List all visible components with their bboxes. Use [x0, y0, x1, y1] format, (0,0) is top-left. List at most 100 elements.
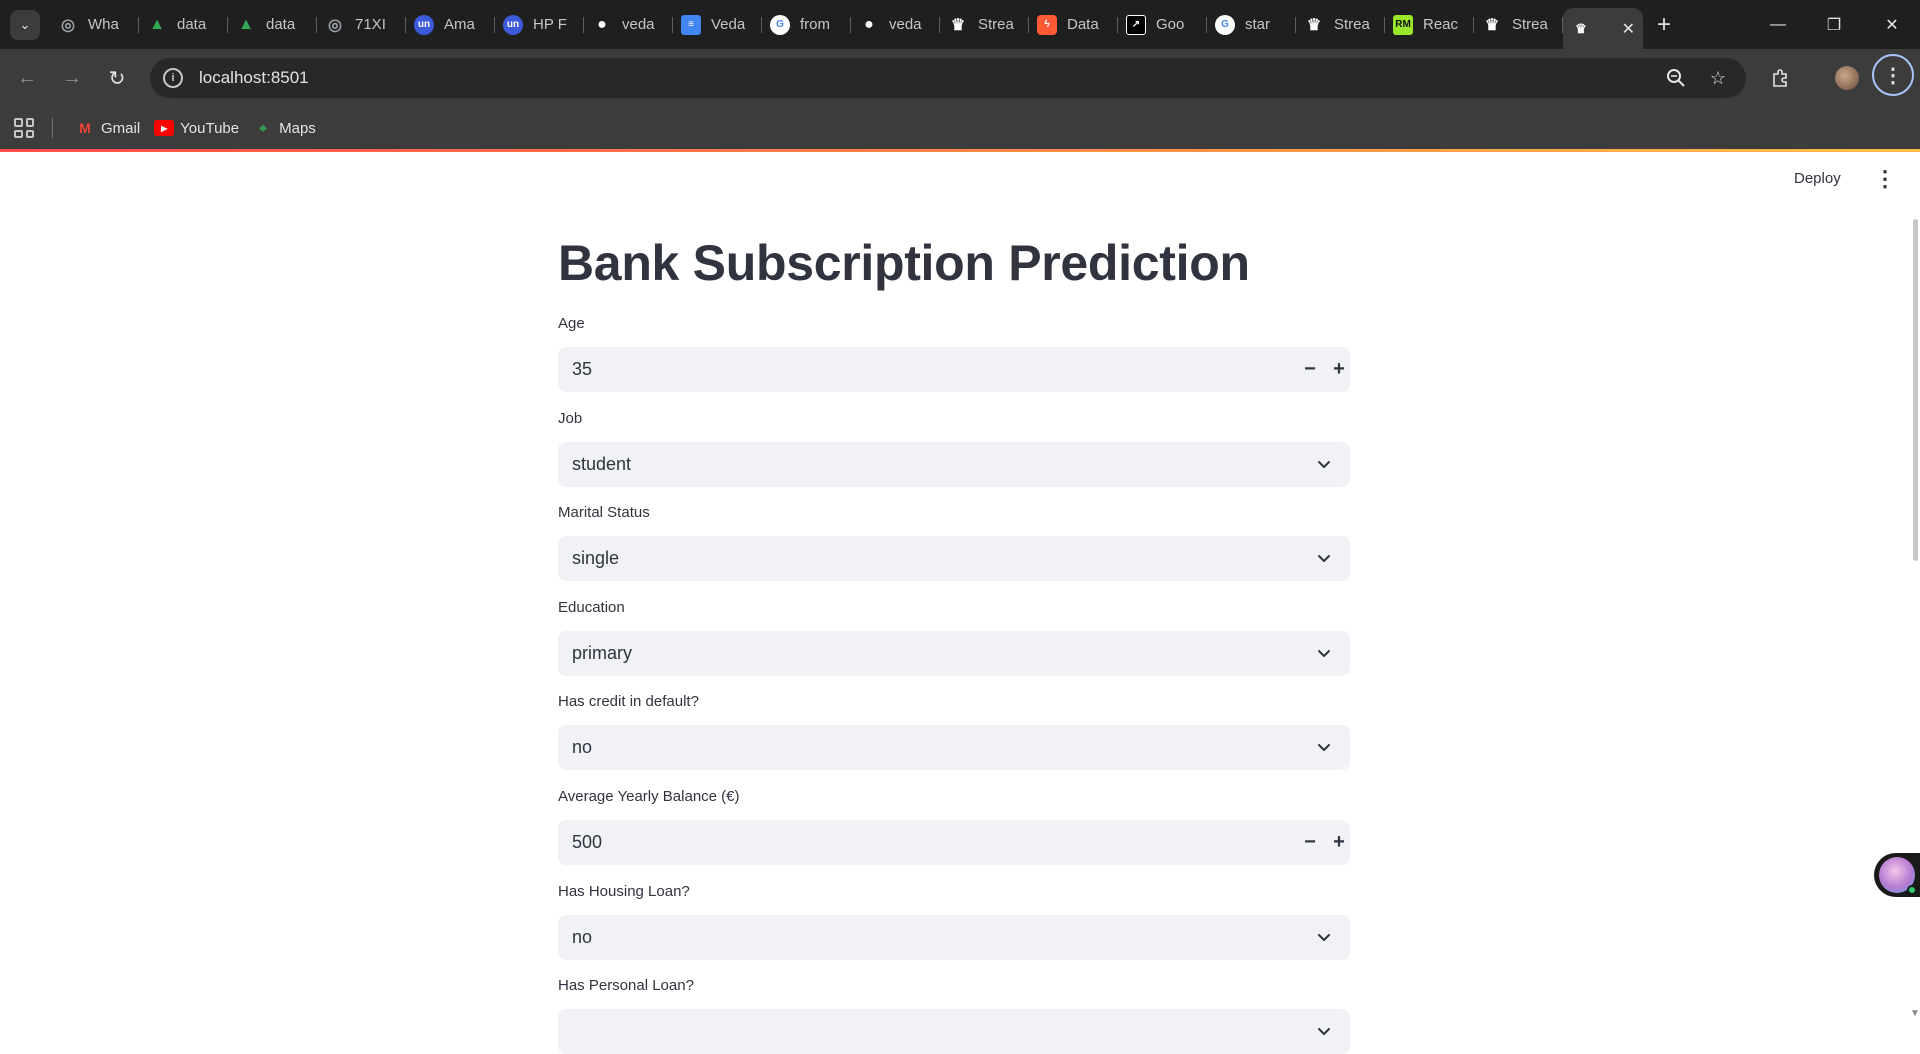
bookmark-youtube[interactable]: ▶ YouTube [154, 120, 239, 137]
assistant-avatar-icon [1879, 857, 1917, 895]
apps-grid-icon[interactable] [14, 118, 34, 138]
tab-title: veda [889, 16, 922, 33]
streamlit-icon: ♛ [950, 16, 966, 34]
field-value[interactable]: primary [572, 643, 632, 664]
site-info-icon[interactable]: i [163, 68, 183, 88]
address-bar[interactable]: i localhost:8501 ☆ [150, 58, 1746, 98]
has-housing-loan-select[interactable]: no [558, 915, 1350, 960]
has-credit-in-default-select[interactable]: no [558, 725, 1350, 770]
tab[interactable]: ▲ data [139, 7, 228, 43]
chevron-down-icon[interactable] [1312, 1019, 1336, 1043]
field-label: Job [558, 410, 583, 427]
tab[interactable]: ♛ Strea [1474, 7, 1563, 43]
field-value[interactable]: student [572, 454, 631, 475]
bookmark-gmail[interactable]: M Gmail [75, 120, 140, 137]
tab[interactable]: ♛ Strea [940, 7, 1029, 43]
chevron-down-icon[interactable] [1312, 735, 1336, 759]
tab-list: ◎ Wha ▲ data ▲ data ◎ 71XI un Ama un HP F ● veda ≡ Veda… [50, 0, 1563, 49]
field-job: Job student [558, 410, 1350, 487]
tab[interactable]: ● veda [584, 7, 673, 43]
chevron-down-icon: ⌄ [19, 16, 31, 32]
tab-title: Strea [1334, 16, 1370, 33]
streamlit-icon: ♛ [1306, 16, 1322, 34]
field-average-yearly-balance: Average Yearly Balance (€) 500 − + [558, 788, 1350, 865]
minimize-button[interactable]: — [1750, 0, 1806, 49]
tab[interactable]: Gstar [1207, 7, 1296, 43]
back-button[interactable]: ← [10, 61, 44, 95]
tab[interactable]: ϟ Data [1029, 7, 1118, 43]
streamlit-icon: ♛ [1575, 20, 1587, 36]
tab[interactable]: un HP F [495, 7, 584, 43]
extensions-icon[interactable] [1763, 61, 1799, 95]
tab[interactable]: un Ama [406, 7, 495, 43]
tab-title: data [266, 16, 296, 33]
field-label: Has credit in default? [558, 693, 699, 710]
has-personal-loan-select[interactable] [558, 1009, 1350, 1054]
scroll-down-icon[interactable]: ▼ [1910, 1008, 1920, 1019]
tab[interactable]: ↗ Goo [1118, 7, 1207, 43]
decrement-button[interactable]: − [1292, 820, 1328, 865]
marital-status-select[interactable]: single [558, 536, 1350, 581]
gmail-icon: M [79, 120, 91, 136]
chevron-down-icon[interactable] [1312, 452, 1336, 476]
tab-title: data [177, 16, 207, 33]
browser-tab-strip: ⌄ ◎ Wha ▲ data ▲ data ◎ 71XI un Ama un HP F ● veda ≡ Ve… [0, 0, 1920, 49]
field-has-housing-loan: Has Housing Loan? no [558, 883, 1350, 960]
increment-button[interactable]: + [1328, 820, 1350, 865]
bookmark-maps[interactable]: ⌖ Maps [253, 120, 316, 137]
tab[interactable]: ♛ Strea [1296, 7, 1385, 43]
field-label: Age [558, 315, 585, 332]
unstop-icon: un [503, 14, 523, 35]
tab-title: Strea [1512, 16, 1548, 33]
bookmark-label: YouTube [180, 119, 240, 137]
age-number-input[interactable]: 35 − + [558, 347, 1350, 392]
field-value[interactable]: single [572, 548, 619, 569]
job-select[interactable]: student [558, 442, 1350, 487]
chevron-down-icon[interactable] [1312, 641, 1336, 665]
field-value[interactable]: 35 [572, 359, 592, 380]
field-marital-status: Marital Status single [558, 504, 1350, 581]
browser-menu-icon[interactable]: ⋮ [1872, 54, 1914, 96]
zoom-icon[interactable] [1658, 58, 1694, 98]
close-tab-icon[interactable]: ✕ [1622, 19, 1635, 39]
education-select[interactable]: primary [558, 631, 1350, 676]
bookmarks-bar: M Gmail ▶ YouTube ⌖ Maps [0, 107, 1920, 149]
deploy-button[interactable]: Deploy [1794, 170, 1841, 187]
external-link-icon: ↗ [1126, 14, 1146, 35]
tab[interactable]: ▲ data [228, 7, 317, 43]
scrollbar-thumb[interactable] [1913, 219, 1918, 561]
field-has-personal-loan: Has Personal Loan? [558, 977, 1350, 1054]
decrement-button[interactable]: − [1292, 347, 1328, 392]
close-window-button[interactable]: ✕ [1864, 0, 1920, 49]
tab-title: Data [1067, 16, 1099, 33]
tab[interactable]: ◎ 71XI [317, 7, 406, 43]
new-tab-button[interactable]: + [1657, 11, 1671, 39]
reload-button[interactable]: ↻ [100, 61, 134, 95]
tab-active[interactable]: ♛ ✕ [1563, 8, 1643, 49]
average-yearly-balance-number-input[interactable]: 500 − + [558, 820, 1350, 865]
tab[interactable]: ◎ Wha [50, 7, 139, 43]
google-docs-icon: ≡ [681, 14, 701, 35]
field-value[interactable]: no [572, 927, 592, 948]
tab-title: from [800, 16, 830, 33]
forward-button[interactable]: → [55, 61, 89, 95]
bookmark-label: Maps [279, 119, 316, 137]
tab[interactable]: RM Reac [1385, 7, 1474, 43]
maps-icon: ⌖ [259, 119, 268, 136]
tab[interactable]: ≡ Veda [673, 7, 762, 43]
assistant-widget[interactable] [1874, 853, 1920, 897]
restore-button[interactable]: ❐ [1806, 0, 1862, 49]
increment-button[interactable]: + [1328, 347, 1350, 392]
field-value[interactable]: no [572, 737, 592, 758]
chevron-down-icon[interactable] [1312, 925, 1336, 949]
tab[interactable]: Gfrom [762, 7, 851, 43]
field-value[interactable]: 500 [572, 832, 602, 853]
field-education: Education primary [558, 599, 1350, 676]
profile-avatar[interactable] [1829, 61, 1865, 95]
main-menu-icon[interactable]: ⋮ [1874, 166, 1896, 192]
tab-search-button[interactable]: ⌄ [10, 9, 40, 40]
tab[interactable]: ● veda [851, 7, 940, 43]
chevron-down-icon[interactable] [1312, 546, 1336, 570]
bookmark-star-icon[interactable]: ☆ [1700, 58, 1736, 98]
url-text[interactable]: localhost:8501 [199, 68, 309, 88]
